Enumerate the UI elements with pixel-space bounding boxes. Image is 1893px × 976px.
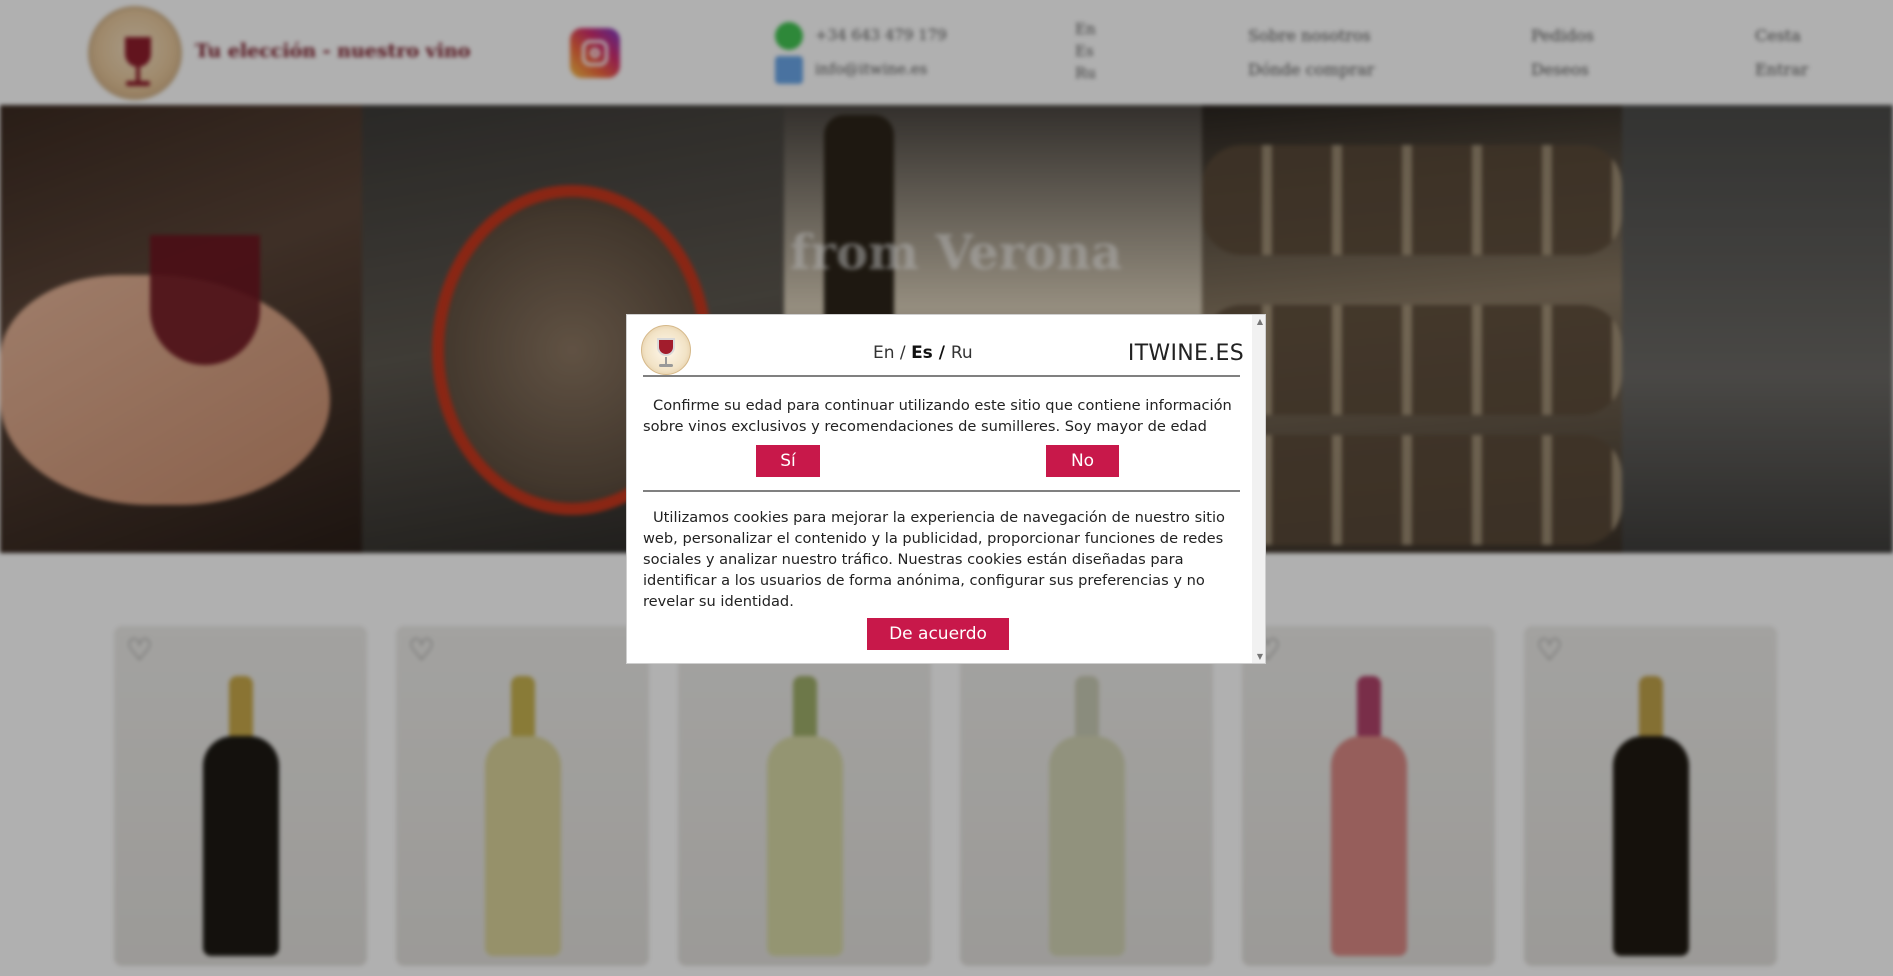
modal-lang-es[interactable]: Es [911, 343, 933, 363]
modal-scrollbar[interactable]: ▲ ▼ [1252, 315, 1265, 663]
cookie-agree-button[interactable]: De acuerdo [867, 618, 1009, 650]
age-no-button[interactable]: No [1046, 445, 1119, 477]
age-yes-button[interactable]: Sí [756, 445, 820, 477]
scroll-up-arrow-icon[interactable]: ▲ [1257, 317, 1263, 326]
modal-divider [643, 490, 1240, 492]
modal-lang-ru[interactable]: Ru [951, 343, 973, 363]
age-verification-modal: En / Es / Ru ITWINE.ES Confirme su edad … [626, 314, 1266, 664]
wine-glass-logo-icon [641, 325, 691, 375]
scroll-down-arrow-icon[interactable]: ▼ [1257, 652, 1263, 661]
age-confirmation-text: Confirme su edad para continuar utilizan… [643, 397, 1232, 435]
modal-header: En / Es / Ru ITWINE.ES [641, 321, 1244, 377]
modal-brand: ITWINE.ES [1127, 341, 1244, 366]
modal-language-switcher: En / Es / Ru [873, 343, 973, 363]
modal-lang-en[interactable]: En [873, 343, 895, 363]
cookie-notice-text: Utilizamos cookies para mejorar la exper… [643, 509, 1225, 610]
